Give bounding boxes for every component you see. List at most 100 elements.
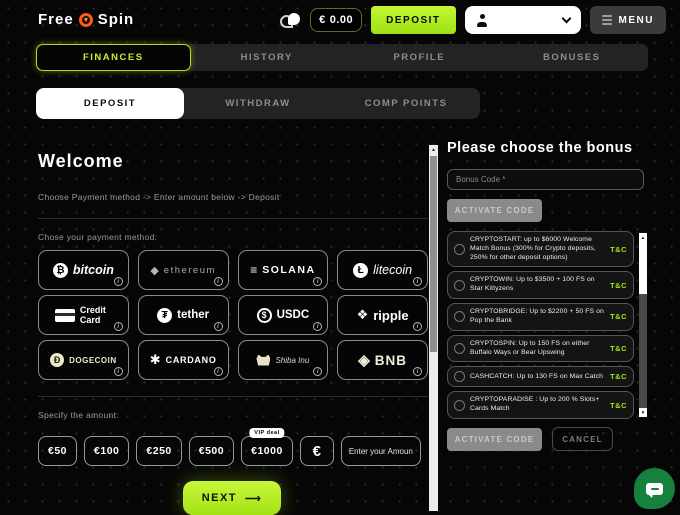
chevron-down-icon — [561, 14, 571, 24]
terms-link[interactable]: T&C — [610, 245, 627, 254]
menu-button[interactable]: MENU — [590, 6, 666, 34]
terms-link[interactable]: T&C — [610, 401, 627, 410]
info-icon[interactable]: i — [313, 367, 322, 376]
info-icon[interactable]: i — [114, 277, 123, 286]
payment-method-usdc[interactable]: $ USDC i — [238, 295, 329, 335]
dogecoin-icon: Ð — [50, 353, 64, 367]
balance-amount: 0.00 — [330, 14, 353, 26]
divider — [38, 396, 428, 397]
terms-link[interactable]: T&C — [610, 281, 627, 290]
info-icon[interactable]: i — [413, 322, 422, 331]
custom-amount-input[interactable] — [341, 436, 421, 466]
divider — [38, 218, 428, 219]
usdc-icon: $ — [257, 308, 272, 323]
info-icon[interactable]: i — [114, 322, 123, 331]
bonus-option-cryptowin[interactable]: CRYPTOWIN: Up to $3500 + 100 FS on Star … — [447, 271, 634, 299]
vip-deal-badge: VIP deal — [249, 428, 284, 438]
amount-button-1000[interactable]: VIP deal €1000 — [241, 436, 293, 466]
activate-code-button-bottom[interactable]: ACTIVATE CODE — [447, 428, 542, 451]
solana-icon: ≡ — [250, 263, 257, 277]
payment-method-dogecoin[interactable]: Ð DOGECOIN i — [38, 340, 129, 380]
payment-method-bnb[interactable]: ◈ BNB i — [337, 340, 428, 380]
bonus-actions: ACTIVATE CODE CANCEL — [447, 427, 645, 451]
info-icon[interactable]: i — [214, 322, 223, 331]
payment-method-tether[interactable]: ₮ tether i — [138, 295, 229, 335]
info-icon[interactable]: i — [313, 277, 322, 286]
payment-method-grid: ₿ bitcoin i ◆ ethereum i ≡ SOLANA i Ł li… — [38, 250, 428, 380]
subtab-deposit[interactable]: DEPOSIT — [36, 88, 184, 119]
ripple-icon: ❖ — [357, 307, 369, 323]
bonus-code-input[interactable] — [447, 169, 644, 190]
scroll-up-icon[interactable]: ▲ — [429, 146, 438, 154]
chat-bubble-icon — [646, 483, 663, 495]
tab-bonuses[interactable]: BONUSES — [496, 44, 649, 71]
payment-method-shiba-inu[interactable]: Shiba Inu i — [238, 340, 329, 380]
tab-history[interactable]: HISTORY — [191, 44, 344, 71]
chat-bubbles-icon[interactable] — [280, 12, 301, 29]
subtab-comp-points[interactable]: COMP POINTS — [332, 88, 480, 119]
live-chat-widget[interactable] — [634, 468, 675, 509]
cancel-button[interactable]: CANCEL — [552, 427, 613, 451]
info-icon[interactable]: i — [413, 367, 422, 376]
payment-method-ripple[interactable]: ❖ ripple i — [337, 295, 428, 335]
bonus-option-cryptoparadise[interactable]: CRYPTOPARADISE : Up to 200 % Slots+ Card… — [447, 391, 634, 419]
tab-profile[interactable]: PROFILE — [343, 44, 496, 71]
payment-method-ethereum[interactable]: ◆ ethereum i — [138, 250, 229, 290]
radio-icon[interactable] — [454, 343, 465, 354]
litecoin-icon: Ł — [353, 263, 368, 278]
activate-code-button-top[interactable]: ACTIVATE CODE — [447, 199, 542, 222]
payment-method-credit-card[interactable]: Credit Card i — [38, 295, 129, 335]
page-scrollbar[interactable]: ▲ — [429, 145, 438, 511]
balance-display: € 0.00 — [310, 8, 362, 32]
payment-method-cardano[interactable]: ✱ CARDANO i — [138, 340, 229, 380]
amount-label: Specify the amount: — [38, 410, 428, 420]
terms-link[interactable]: T&C — [610, 344, 627, 353]
tab-finances[interactable]: FINANCES — [36, 44, 191, 71]
currency-prefix: € — [300, 436, 334, 466]
amount-button-500[interactable]: €500 — [189, 436, 234, 466]
info-icon[interactable]: i — [413, 277, 422, 286]
terms-link[interactable]: T&C — [610, 312, 627, 321]
arrow-right-icon: ⟶ — [245, 492, 262, 505]
payment-method-litecoin[interactable]: Ł litecoin i — [337, 250, 428, 290]
radio-icon[interactable] — [454, 400, 465, 411]
scroll-down-icon[interactable]: ▼ — [639, 408, 647, 417]
user-dropdown[interactable] — [465, 6, 581, 34]
scroll-up-icon[interactable]: ▲ — [639, 233, 647, 242]
amount-button-50[interactable]: €50 — [38, 436, 77, 466]
terms-link[interactable]: T&C — [610, 372, 627, 381]
bonus-list-scrollbar[interactable]: ▲ ▼ — [639, 233, 647, 417]
bonus-option-cryptostart[interactable]: CRYPTOSTART: up to $6000 Welcome Match B… — [447, 231, 634, 267]
scrollbar-thumb[interactable] — [639, 242, 647, 294]
header-actions: € 0.00 DEPOSIT MENU — [280, 6, 666, 34]
info-icon[interactable]: i — [313, 322, 322, 331]
next-button[interactable]: NEXT ⟶ — [183, 481, 281, 515]
main-tabs: FINANCES HISTORY PROFILE BONUSES — [36, 44, 648, 71]
credit-card-icon — [55, 309, 75, 322]
bitcoin-icon: ₿ — [53, 263, 68, 278]
bonus-panel-title: Please choose the bonus — [447, 140, 645, 156]
info-icon[interactable]: i — [214, 367, 223, 376]
radio-icon[interactable] — [454, 244, 465, 255]
welcome-title: Welcome — [38, 151, 428, 172]
spin-logo-icon — [79, 13, 93, 27]
tether-icon: ₮ — [157, 308, 172, 323]
cardano-icon: ✱ — [150, 352, 161, 368]
bonus-option-cryptospin[interactable]: CRYPTOSPIN: Up to 150 FS on either Buffa… — [447, 335, 634, 363]
bonus-option-cashcatch[interactable]: CASHCATCH: Up to 130 FS on Max Catch T&C — [447, 366, 634, 387]
info-icon[interactable]: i — [114, 367, 123, 376]
payment-method-solana[interactable]: ≡ SOLANA i — [238, 250, 329, 290]
scrollbar-thumb[interactable] — [430, 156, 437, 352]
bonus-option-cryptobridge[interactable]: CRYPTOBRIDGE: Up to $2200 + 50 FS on Pop… — [447, 303, 634, 331]
amount-button-100[interactable]: €100 — [84, 436, 129, 466]
radio-icon[interactable] — [454, 280, 465, 291]
radio-icon[interactable] — [454, 311, 465, 322]
radio-icon[interactable] — [454, 371, 465, 382]
euro-coin-icon: € — [319, 14, 326, 26]
deposit-button[interactable]: DEPOSIT — [371, 6, 455, 34]
subtab-withdraw[interactable]: WITHDRAW — [184, 88, 332, 119]
amount-button-250[interactable]: €250 — [136, 436, 181, 466]
next-label: NEXT — [202, 492, 237, 504]
info-icon[interactable]: i — [214, 277, 223, 286]
payment-method-bitcoin[interactable]: ₿ bitcoin i — [38, 250, 129, 290]
